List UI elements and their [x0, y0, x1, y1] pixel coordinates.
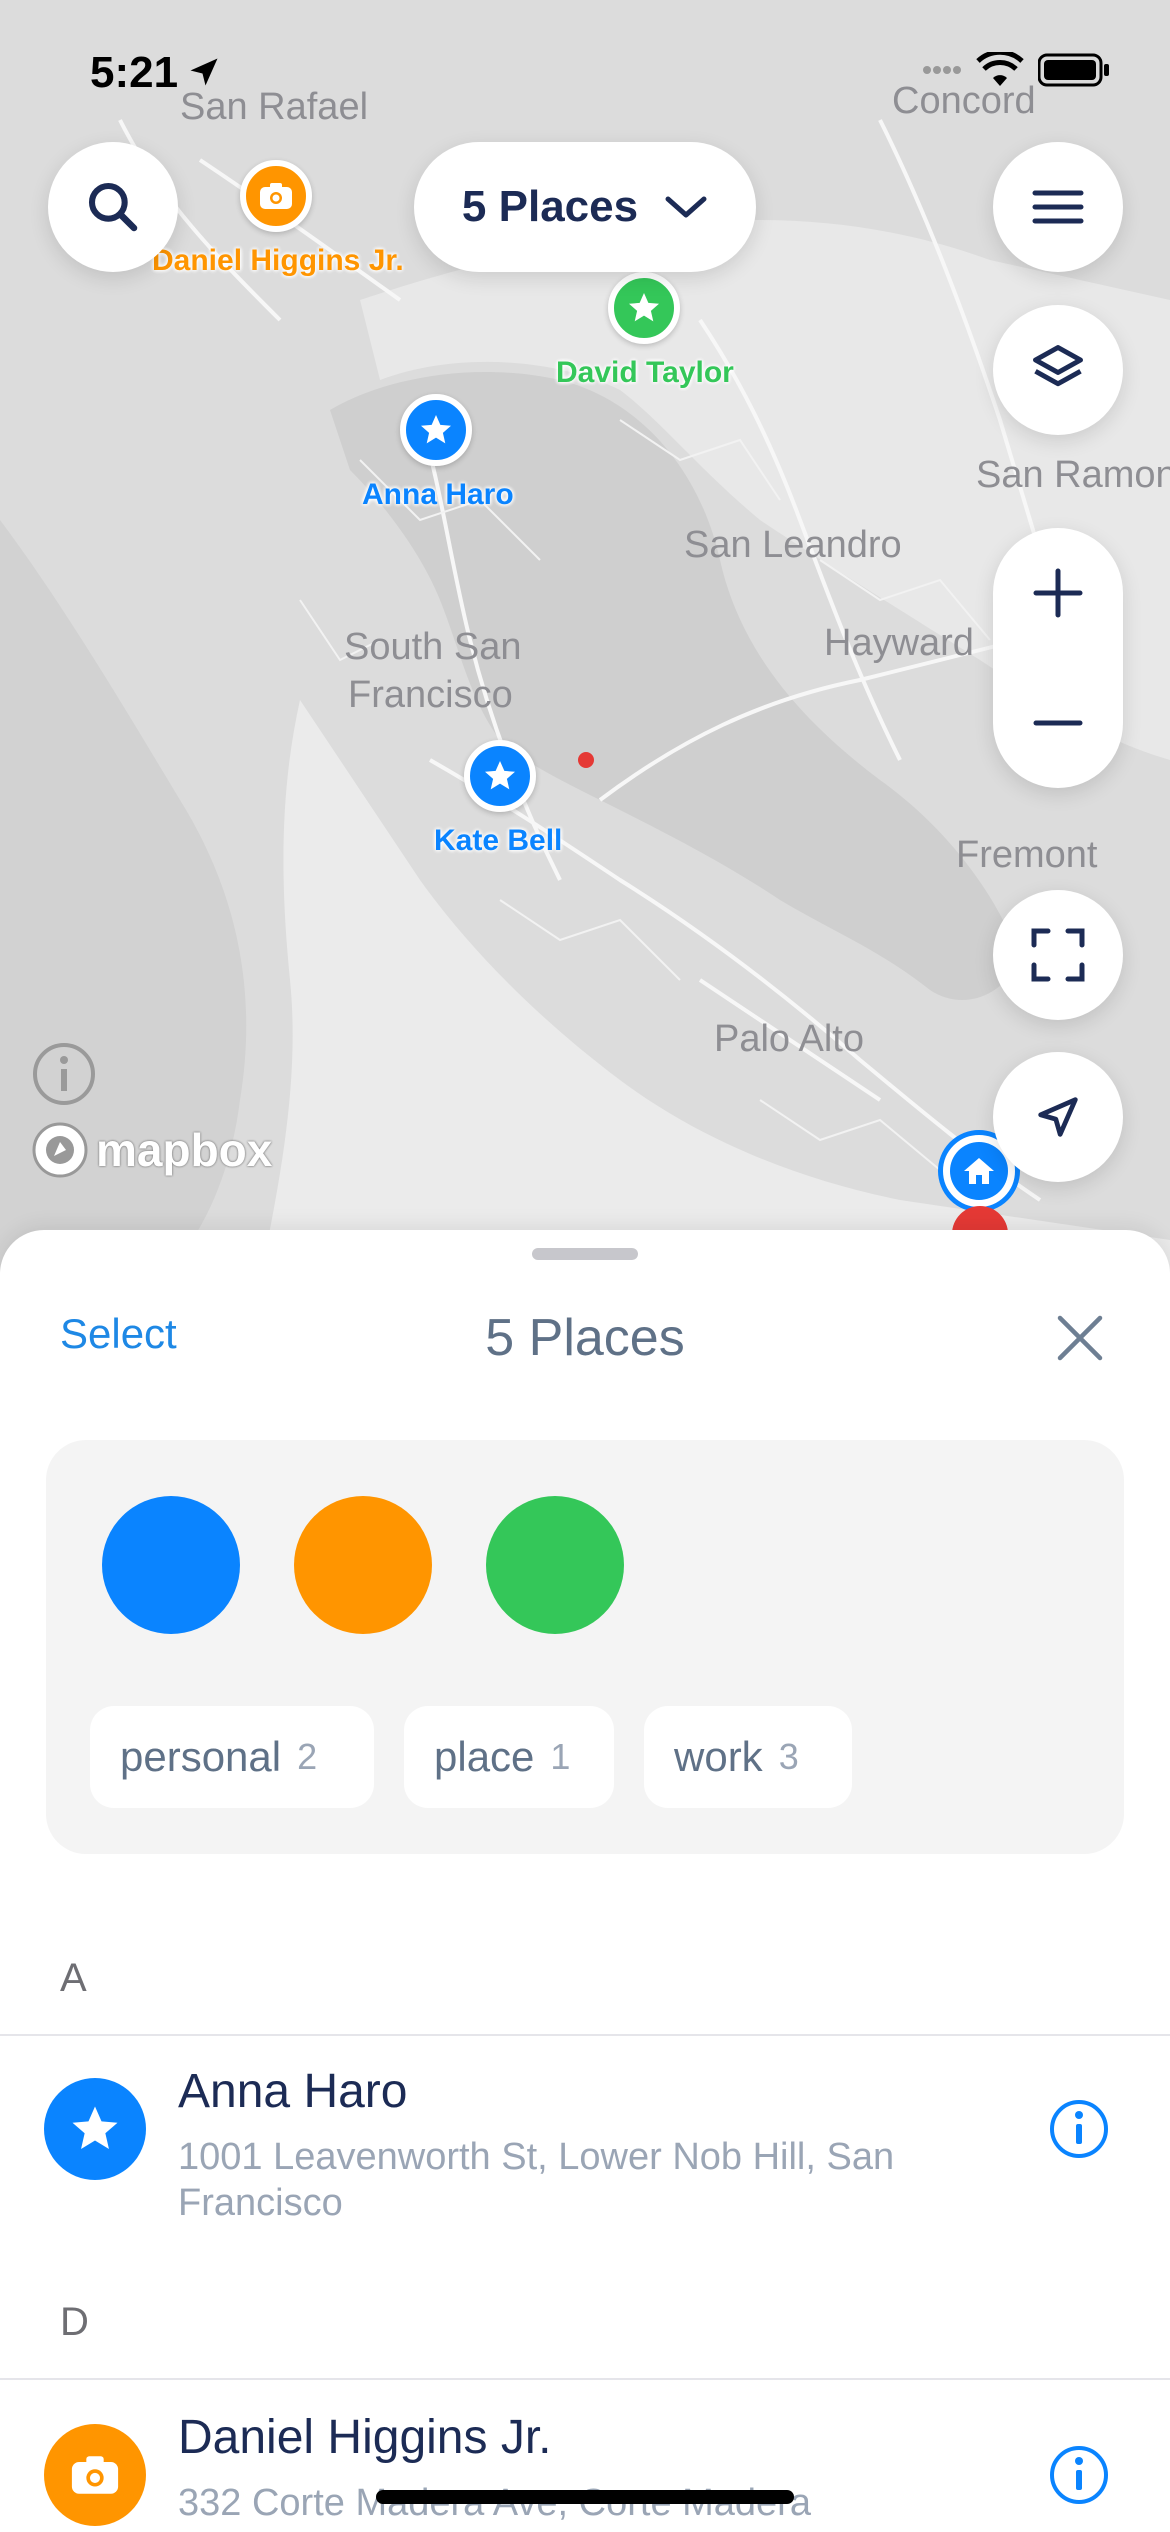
place-avatar [44, 2424, 146, 2526]
map-marker-label: Anna Haro [362, 478, 514, 511]
mapbox-icon [32, 1122, 88, 1178]
minus-icon [1033, 720, 1083, 726]
locate-me-button[interactable] [993, 1052, 1123, 1182]
sheet-title: 5 Places [485, 1309, 685, 1367]
battery-icon [1038, 53, 1109, 87]
search-button[interactable] [48, 142, 178, 272]
list-item[interactable]: Anna Haro 1001 Leavenworth St, Lower Nob… [0, 2036, 1170, 2236]
list-item[interactable]: Daniel Higgins Jr. 332 Corte Madera Ave,… [0, 2382, 1170, 2532]
place-title: Daniel Higgins Jr. [178, 2411, 552, 2464]
current-location-dot [578, 752, 594, 768]
map-marker-kate-bell[interactable] [464, 740, 536, 812]
info-icon[interactable] [1048, 2444, 1110, 2506]
layers-icon [1033, 345, 1083, 387]
map-info-icon[interactable] [32, 1042, 96, 1106]
tag-chip-place[interactable]: place 1 [404, 1706, 614, 1808]
tag-count: 3 [778, 1736, 799, 1777]
tag-chip-personal[interactable]: personal 2 [90, 1706, 374, 1808]
map-marker-label: David Taylor [556, 356, 734, 389]
tag-count: 1 [550, 1736, 571, 1777]
zoom-out-button[interactable] [993, 658, 1123, 788]
star-icon [629, 293, 659, 322]
map-marker-daniel-higgins[interactable] [240, 160, 312, 232]
plus-icon [1033, 568, 1083, 618]
tag-name: work [674, 1733, 763, 1780]
map-marker-label: Kate Bell [434, 824, 563, 857]
section-header: D [60, 2300, 89, 2344]
map-marker-anna-haro[interactable] [400, 394, 472, 466]
location-arrow-icon [190, 58, 218, 86]
status-time: 5:21 [90, 48, 179, 97]
mapbox-logo: mapbox [30, 1120, 272, 1180]
search-icon [88, 182, 138, 232]
color-filter-blue[interactable] [102, 1496, 240, 1634]
map-view[interactable]: San Rafael Concord San Ramon San Leandro… [0, 0, 1170, 1280]
info-icon[interactable] [1048, 2098, 1110, 2160]
zoom-in-button[interactable] [993, 528, 1123, 658]
places-dropdown-label: 5 Places [461, 182, 639, 231]
place-avatar [44, 2078, 146, 2180]
tag-name: place [434, 1733, 535, 1780]
color-filter-green[interactable] [486, 1496, 624, 1634]
map-marker-david-taylor[interactable] [608, 272, 680, 344]
city-label: Hayward [824, 622, 974, 664]
star-icon [72, 2106, 118, 2150]
place-address: 1001 Leavenworth St, Lower Nob Hill, San… [178, 2136, 895, 2224]
status-bar: 5:21 [0, 0, 1170, 140]
city-label: San Ramon [976, 454, 1170, 496]
menu-icon [1032, 190, 1084, 224]
star-icon [421, 415, 451, 444]
close-icon[interactable] [1052, 1310, 1108, 1366]
tag-name: personal [120, 1733, 282, 1780]
signal-icon [923, 66, 961, 74]
layers-button[interactable] [993, 305, 1123, 435]
star-icon [485, 761, 515, 790]
city-label: South San [344, 626, 522, 668]
home-indicator[interactable] [376, 2490, 794, 2504]
divider [0, 2378, 1170, 2380]
mapbox-wordmark: mapbox [96, 1124, 273, 1176]
zoom-control [993, 528, 1123, 788]
city-label: San Leandro [684, 524, 902, 566]
wifi-icon [976, 52, 1024, 86]
chevron-down-icon [665, 196, 707, 218]
camera-icon [260, 183, 292, 209]
map-marker-label: Daniel Higgins Jr. [152, 244, 404, 277]
places-dropdown-button[interactable]: 5 Places [414, 142, 756, 272]
filter-card: personal 2 place 1 work 3 [46, 1440, 1124, 1854]
fullscreen-icon [1031, 928, 1085, 982]
city-label: Francisco [348, 674, 513, 716]
section-header: A [60, 1956, 87, 2000]
color-filter-orange[interactable] [294, 1496, 432, 1634]
fit-bounds-button[interactable] [993, 890, 1123, 1020]
sheet-grabber[interactable] [532, 1248, 638, 1260]
navigation-arrow-icon [1038, 1097, 1078, 1137]
menu-button[interactable] [993, 142, 1123, 272]
tag-chip-work[interactable]: work 3 [644, 1706, 852, 1808]
city-label: Palo Alto [714, 1018, 864, 1060]
status-indicators [922, 52, 1110, 88]
camera-icon [71, 2456, 119, 2494]
home-icon [964, 1158, 994, 1184]
city-label: Fremont [956, 834, 1098, 876]
places-sheet: Select 5 Places personal 2 place 1 work … [0, 1230, 1170, 2532]
place-title: Anna Haro [178, 2065, 408, 2118]
tag-count: 2 [297, 1736, 318, 1777]
